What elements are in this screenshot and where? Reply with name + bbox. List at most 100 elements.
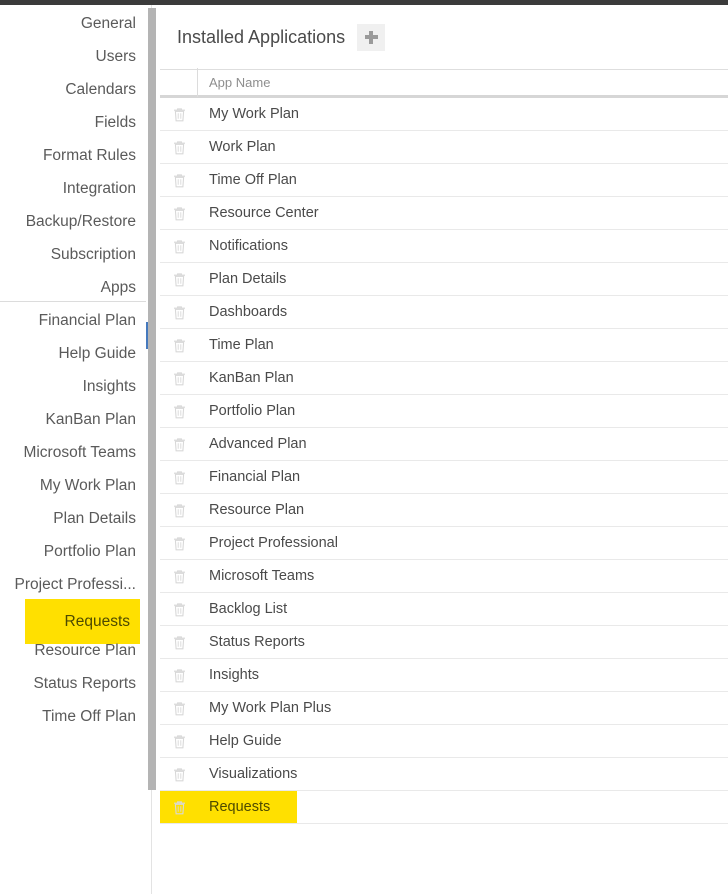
table-row[interactable]: Plan Details bbox=[160, 263, 728, 296]
sidebar-item-financial-plan[interactable]: Financial Plan bbox=[0, 302, 146, 335]
trash-icon[interactable] bbox=[160, 305, 198, 320]
trash-icon[interactable] bbox=[160, 272, 198, 287]
sidebar-item-subscription[interactable]: Subscription bbox=[0, 236, 146, 269]
table-body: My Work Plan Work Plan Time Off Plan Resour… bbox=[160, 98, 728, 824]
app-name-cell: Help Guide bbox=[209, 733, 282, 749]
table-row[interactable]: Help Guide bbox=[160, 725, 728, 758]
sidebar-item-resource-plan[interactable]: Resource Plan bbox=[0, 632, 146, 665]
sidebar-item-portfolio-plan[interactable]: Portfolio Plan bbox=[0, 533, 146, 566]
settings-sidebar: General Users Calendars Fields Format Rules I… bbox=[0, 5, 146, 894]
table-row[interactable]: My Work Plan Plus bbox=[160, 692, 728, 725]
trash-icon[interactable] bbox=[160, 140, 198, 155]
sidebar-item-plan-details[interactable]: Plan Details bbox=[0, 500, 146, 533]
table-row[interactable]: Requests bbox=[160, 791, 728, 824]
table-row[interactable]: Backlog List bbox=[160, 593, 728, 626]
trash-icon[interactable] bbox=[160, 503, 198, 518]
sidebar-item-backup-restore[interactable]: Backup/Restore bbox=[0, 203, 146, 236]
sidebar-item-label: Integration bbox=[62, 180, 136, 197]
app-name-cell: Portfolio Plan bbox=[209, 403, 296, 419]
table-row[interactable]: Visualizations bbox=[160, 758, 728, 791]
sidebar-item-label: Help Guide bbox=[58, 345, 136, 362]
app-root: General Users Calendars Fields Format Rules I… bbox=[0, 0, 728, 894]
table-row[interactable]: Insights bbox=[160, 659, 728, 692]
sidebar-item-status-reports[interactable]: Status Reports bbox=[0, 665, 146, 698]
sidebar-item-label: Format Rules bbox=[42, 147, 136, 164]
sidebar-scrollbar-thumb[interactable] bbox=[148, 8, 156, 790]
trash-icon[interactable] bbox=[160, 569, 198, 584]
table-row[interactable]: Resource Center bbox=[160, 197, 728, 230]
app-name-cell: Microsoft Teams bbox=[209, 568, 315, 584]
table-row[interactable]: Time Plan bbox=[160, 329, 728, 362]
sidebar-item-users[interactable]: Users bbox=[0, 38, 146, 71]
sidebar-item-label: Fields bbox=[94, 114, 136, 131]
sidebar-item-microsoft-teams[interactable]: Microsoft Teams bbox=[0, 434, 146, 467]
trash-icon[interactable] bbox=[160, 338, 198, 353]
sidebar-item-label: Backup/Restore bbox=[25, 213, 136, 230]
trash-icon[interactable] bbox=[160, 701, 198, 716]
sidebar-item-fields[interactable]: Fields bbox=[0, 104, 146, 137]
trash-icon[interactable] bbox=[160, 371, 198, 386]
sidebar-item-label: Subscription bbox=[50, 246, 136, 263]
app-name-cell: My Work Plan Plus bbox=[209, 700, 332, 716]
sidebar-item-label: Resource Plan bbox=[34, 642, 136, 659]
app-name-cell: Visualizations bbox=[209, 766, 298, 782]
table-row[interactable]: Notifications bbox=[160, 230, 728, 263]
sidebar-item-integration[interactable]: Integration bbox=[0, 170, 146, 203]
trash-icon[interactable] bbox=[160, 404, 198, 419]
trash-icon[interactable] bbox=[160, 206, 198, 221]
table-row[interactable]: Financial Plan bbox=[160, 461, 728, 494]
trash-icon[interactable] bbox=[160, 602, 198, 617]
sidebar-item-project-professi[interactable]: Project Professi... bbox=[0, 566, 146, 599]
table-row[interactable]: Project Professional bbox=[160, 527, 728, 560]
table-header-icon-column bbox=[160, 68, 198, 97]
trash-icon[interactable] bbox=[160, 470, 198, 485]
sidebar-item-label: Plan Details bbox=[53, 510, 136, 527]
trash-icon[interactable] bbox=[160, 437, 198, 452]
trash-icon[interactable] bbox=[160, 668, 198, 683]
sidebar-item-label: Apps bbox=[100, 279, 136, 296]
app-name-cell: KanBan Plan bbox=[209, 370, 294, 386]
table-row[interactable]: Time Off Plan bbox=[160, 164, 728, 197]
sidebar-item-help-guide[interactable]: Help Guide bbox=[0, 335, 146, 368]
trash-icon[interactable] bbox=[160, 536, 198, 551]
app-name-cell: Time Plan bbox=[209, 337, 274, 353]
sidebar-item-my-work-plan[interactable]: My Work Plan bbox=[0, 467, 146, 500]
sidebar-item-format-rules[interactable]: Format Rules bbox=[0, 137, 146, 170]
table-row[interactable]: Status Reports bbox=[160, 626, 728, 659]
add-application-button[interactable] bbox=[357, 23, 386, 51]
sidebar-item-label: Insights bbox=[82, 378, 136, 395]
table-row[interactable]: My Work Plan bbox=[160, 98, 728, 131]
table-row[interactable]: Work Plan bbox=[160, 131, 728, 164]
sidebar-item-apps[interactable]: Apps bbox=[0, 269, 146, 302]
trash-icon[interactable] bbox=[160, 800, 198, 815]
trash-icon[interactable] bbox=[160, 635, 198, 650]
app-name-cell: Insights bbox=[209, 667, 259, 683]
table-row[interactable]: Resource Plan bbox=[160, 494, 728, 527]
table-row[interactable]: Microsoft Teams bbox=[160, 560, 728, 593]
trash-icon[interactable] bbox=[160, 734, 198, 749]
sidebar-item-requests[interactable]: Requests bbox=[0, 599, 146, 644]
table-row[interactable]: Portfolio Plan bbox=[160, 395, 728, 428]
sidebar-item-insights[interactable]: Insights bbox=[0, 368, 146, 401]
table-row[interactable]: Dashboards bbox=[160, 296, 728, 329]
app-name-cell: Dashboards bbox=[209, 304, 288, 320]
sidebar-item-time-off-plan[interactable]: Time Off Plan bbox=[0, 698, 146, 731]
sidebar-item-calendars[interactable]: Calendars bbox=[0, 71, 146, 104]
panel-header: Installed Applications bbox=[160, 5, 728, 69]
table-row[interactable]: KanBan Plan bbox=[160, 362, 728, 395]
table-header-app-name: App Name bbox=[209, 75, 271, 90]
table-row[interactable]: Advanced Plan bbox=[160, 428, 728, 461]
trash-icon[interactable] bbox=[160, 239, 198, 254]
sidebar-item-label: Time Off Plan bbox=[42, 708, 136, 725]
sidebar-item-kanban-plan[interactable]: KanBan Plan bbox=[0, 401, 146, 434]
app-name-cell: Financial Plan bbox=[209, 469, 301, 485]
app-name-cell: Resource Center bbox=[209, 205, 319, 221]
sidebar-item-label: My Work Plan bbox=[39, 477, 136, 494]
app-name-cell: Notifications bbox=[209, 238, 288, 254]
trash-icon[interactable] bbox=[160, 107, 198, 122]
trash-icon[interactable] bbox=[160, 173, 198, 188]
sidebar-item-list: General Users Calendars Fields Format Rules I… bbox=[0, 5, 146, 731]
installed-applications-panel: Installed Applications App Name My Work … bbox=[160, 5, 728, 894]
sidebar-item-general[interactable]: General bbox=[0, 5, 146, 38]
trash-icon[interactable] bbox=[160, 767, 198, 782]
